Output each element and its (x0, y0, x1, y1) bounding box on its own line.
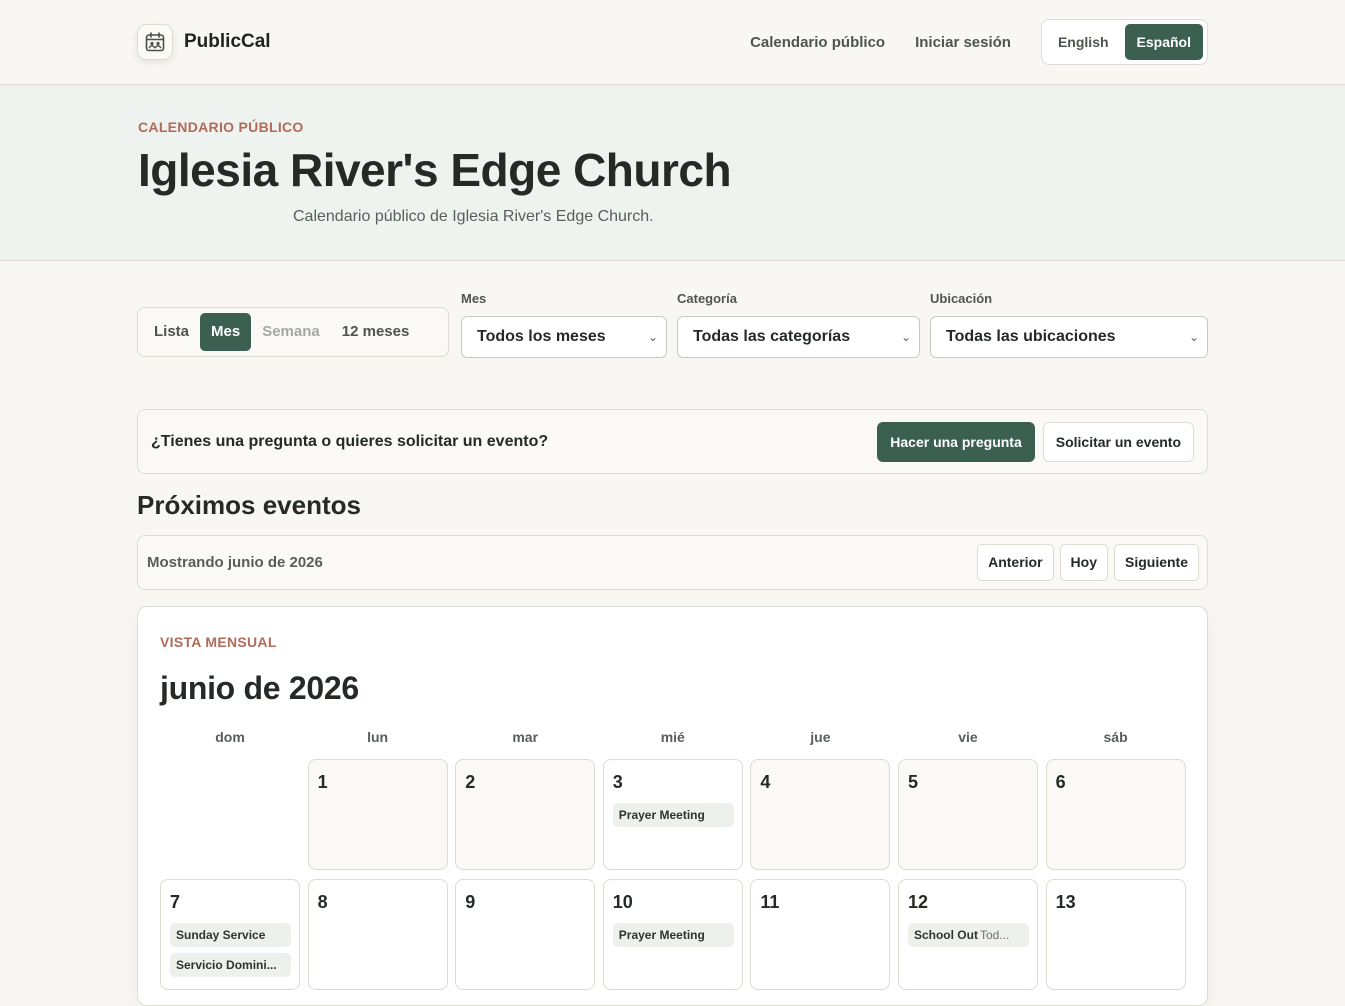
day-cell[interactable]: 11 (750, 879, 891, 990)
day-number: 13 (1055, 892, 1076, 912)
view-tab-list[interactable]: Lista (143, 313, 200, 351)
page-title: Iglesia River's Edge Church (138, 144, 732, 196)
day-number: 2 (465, 772, 476, 792)
request-event-button[interactable]: Solicitar un evento (1042, 421, 1194, 462)
day-cell[interactable]: 6 (1045, 759, 1186, 870)
day-number: 11 (760, 892, 780, 912)
month-select-value: Todos los meses (477, 328, 606, 345)
category-filter-label: Categoría (677, 291, 737, 306)
day-cell[interactable]: 2 (455, 759, 596, 870)
day-number: 9 (465, 892, 476, 912)
day-cell[interactable]: 8 (307, 879, 448, 990)
question-actions: Hacer una pregunta Solicitar un evento (877, 421, 1194, 462)
empty-day-cell (160, 759, 300, 870)
day-cell[interactable]: 5 (897, 759, 1038, 870)
month-grid: 1 2 3 Prayer Meeting 4 5 6 7 Sunday Service Servi… (160, 759, 1186, 990)
day-number: 1 (317, 772, 328, 792)
event-chip[interactable]: School Out Tod... (907, 923, 1029, 947)
day-cell[interactable]: 4 (750, 759, 891, 870)
today-button[interactable]: Hoy (1059, 544, 1108, 581)
month-pager: Mostrando junio de 2026 Anterior Hoy Sig… (137, 535, 1208, 590)
day-cell[interactable]: 10 Prayer Meeting (602, 879, 743, 990)
day-cell[interactable]: 13 (1045, 879, 1186, 990)
day-cell[interactable]: 1 (307, 759, 448, 870)
chevron-down-icon: ⌄ (647, 330, 658, 344)
previous-button[interactable]: Anterior (977, 544, 1054, 581)
category-select[interactable]: Todas las categorías ⌄ (677, 316, 920, 358)
event-title: School Out (913, 928, 978, 942)
day-cell[interactable]: 12 School Out Tod... (897, 879, 1038, 990)
question-prompt: ¿Tienes una pregunta o quieres solicitar… (151, 432, 549, 450)
top-navigation: PublicCal Calendario público Iniciar ses… (0, 0, 1345, 85)
day-cell[interactable]: 7 Sunday Service Servicio Domini... (160, 879, 300, 990)
view-tab-month[interactable]: Mes (200, 313, 252, 351)
nav-link-public-calendar[interactable]: Calendario público (750, 34, 885, 51)
day-number: 12 (907, 892, 928, 912)
day-number: 5 (907, 772, 918, 792)
language-switcher: English Español (1040, 19, 1208, 65)
month-view-eyebrow: VISTA MENSUAL (160, 634, 277, 650)
event-chip[interactable]: Prayer Meeting (612, 803, 734, 827)
location-filter-label: Ubicación (930, 291, 993, 306)
weekday-header: dom lun mar mié jue vie sáb (160, 729, 1185, 749)
event-title: Prayer Meeting (618, 928, 705, 942)
location-select[interactable]: Todas las ubicaciones ⌄ (930, 316, 1208, 358)
day-number: 3 (612, 772, 623, 792)
day-cell[interactable]: 3 Prayer Meeting (602, 759, 743, 870)
location-filter: Ubicación Todas las ubicaciones ⌄ (930, 291, 1208, 358)
month-title: junio de 2026 (160, 670, 359, 706)
language-english-button[interactable]: English (1046, 24, 1121, 60)
day-number: 4 (760, 772, 771, 792)
showing-range-label: Mostrando junio de 2026 (147, 554, 323, 571)
app-name: PublicCal (184, 31, 271, 52)
weekday-label: mar (512, 729, 539, 745)
brand[interactable]: PublicCal (137, 24, 271, 60)
next-button[interactable]: Siguiente (1113, 544, 1199, 581)
event-chip[interactable]: Prayer Meeting (612, 923, 734, 947)
category-select-value: Todas las categorías (693, 328, 851, 345)
nav-links: Calendario público Iniciar sesión Englis… (750, 19, 1208, 65)
weekday-label: lun (367, 729, 389, 745)
day-number: 7 (170, 892, 181, 912)
event-title: Prayer Meeting (618, 808, 705, 822)
view-tab-12-months[interactable]: 12 meses (331, 313, 421, 351)
month-select[interactable]: Todos los meses ⌄ (461, 316, 667, 358)
category-filter: Categoría Todas las categorías ⌄ (677, 291, 920, 358)
event-title: Sunday Service (176, 928, 266, 942)
calendar-people-icon (137, 24, 173, 60)
upcoming-events-title: Próximos eventos (137, 490, 361, 520)
weekday-label: mié (660, 729, 685, 745)
weekday-label: dom (215, 729, 245, 745)
page-subtitle: Calendario público de Iglesia River's Ed… (293, 207, 654, 225)
weekday-label: jue (810, 729, 831, 745)
event-chip[interactable]: Sunday Service (170, 923, 291, 947)
event-time: Tod... (979, 928, 1010, 942)
pager-actions: Anterior Hoy Siguiente (977, 544, 1199, 581)
chevron-down-icon: ⌄ (1188, 330, 1199, 344)
view-tab-week[interactable]: Semana (251, 313, 331, 351)
location-select-value: Todas las ubicaciones (946, 328, 1116, 345)
weekday-label: sáb (1103, 729, 1128, 745)
day-number: 6 (1055, 772, 1066, 792)
ask-question-button[interactable]: Hacer una pregunta (877, 421, 1035, 462)
event-title: Servicio Domini... (176, 958, 277, 972)
event-chip[interactable]: Servicio Domini... (170, 953, 291, 977)
hero: CALENDARIO PÚBLICO Iglesia River's Edge … (0, 85, 1345, 261)
day-number: 10 (612, 892, 633, 912)
nav-link-sign-in[interactable]: Iniciar sesión (915, 34, 1011, 51)
chevron-down-icon: ⌄ (900, 330, 911, 344)
hero-eyebrow: CALENDARIO PÚBLICO (138, 119, 304, 135)
language-spanish-button[interactable]: Español (1124, 24, 1203, 60)
day-cell[interactable]: 9 (455, 879, 596, 990)
month-filter: Mes Todos los meses ⌄ (461, 291, 667, 358)
day-number: 8 (317, 892, 328, 912)
month-view-card: VISTA MENSUAL junio de 2026 dom lun mar mié… (137, 606, 1208, 1006)
weekday-label: vie (958, 729, 978, 745)
main-content: Lista Mes Semana 12 meses Mes Todos los … (0, 261, 1345, 411)
view-switcher: Lista Mes Semana 12 meses (137, 307, 449, 357)
month-filter-label: Mes (461, 291, 487, 306)
question-bar: ¿Tienes una pregunta o quieres solicitar… (137, 409, 1208, 474)
